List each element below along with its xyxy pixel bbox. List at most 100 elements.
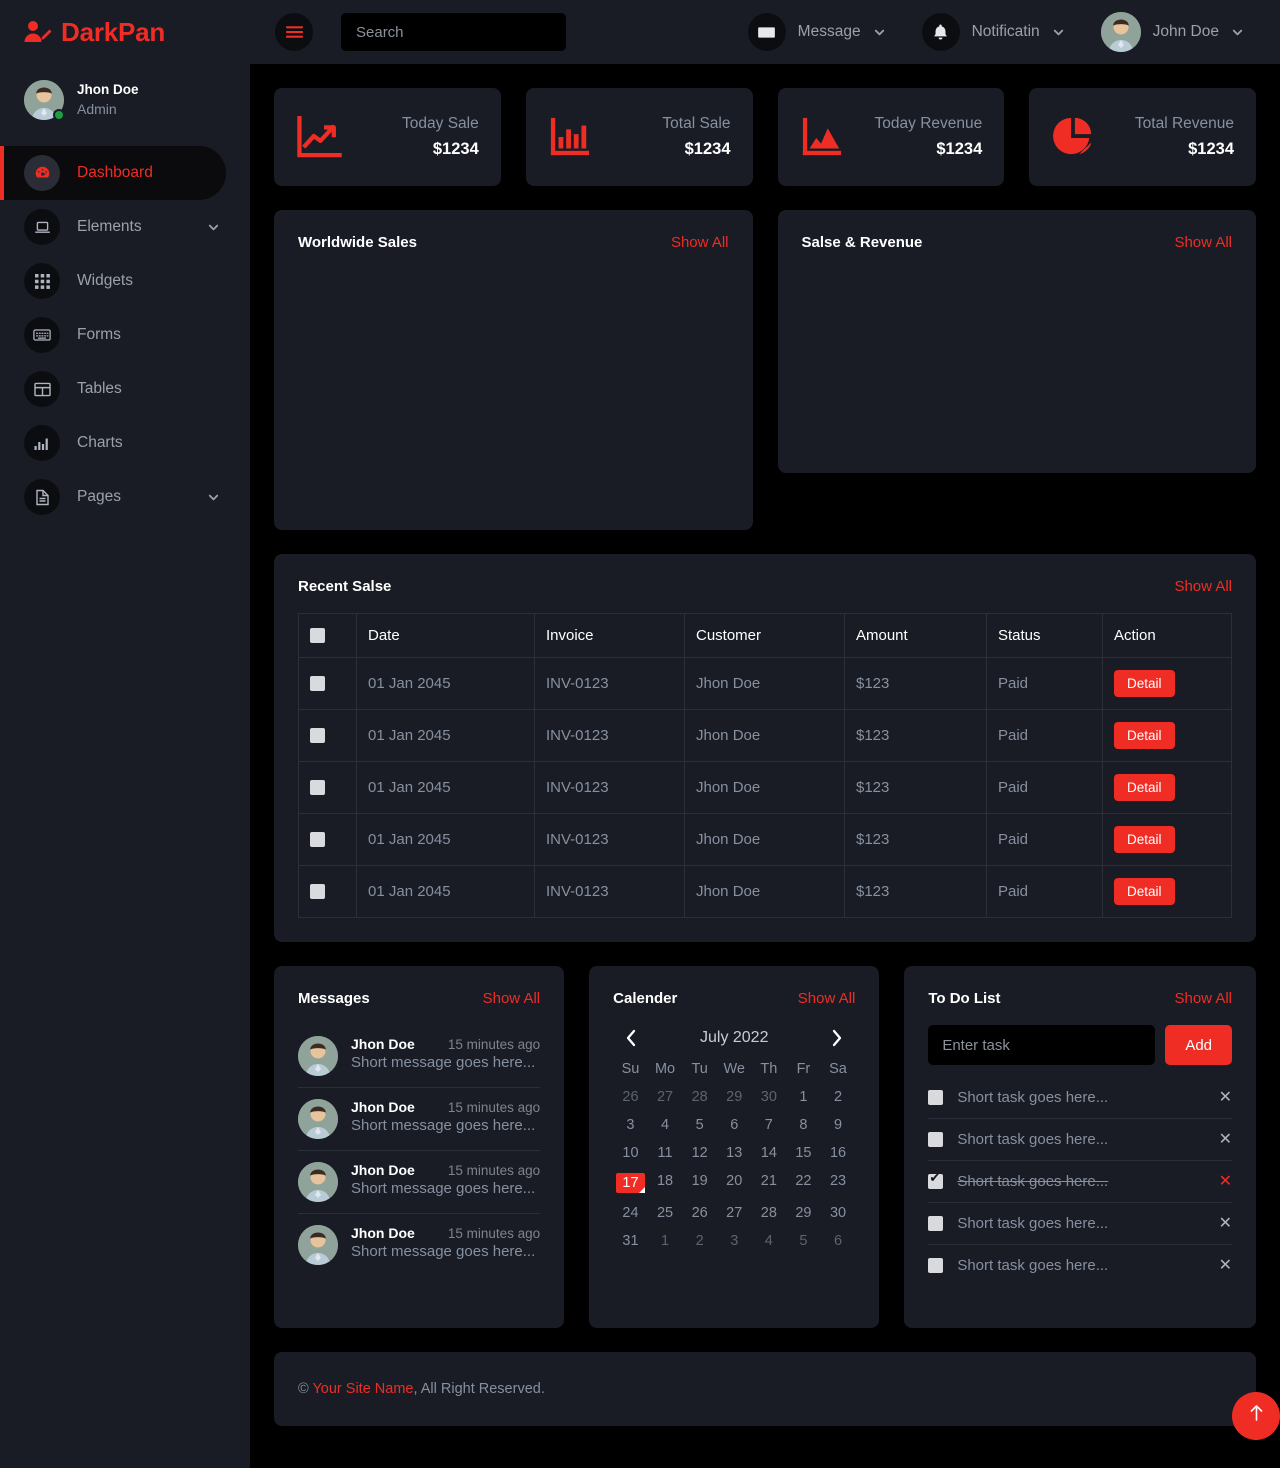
calendar-day[interactable]: 4 — [648, 1111, 683, 1139]
row-checkbox[interactable] — [310, 676, 325, 691]
site-name-link[interactable]: Your Site Name — [312, 1381, 413, 1397]
calendar-day[interactable]: 2 — [682, 1227, 717, 1255]
detail-button[interactable]: Detail — [1114, 878, 1175, 905]
show-all-link[interactable]: Show All — [798, 990, 856, 1007]
brand[interactable]: DarkPan — [0, 0, 250, 64]
sidebar-item-dashboard[interactable]: Dashboard — [0, 146, 226, 200]
message-item[interactable]: Jhon Doe 15 minutes ago Short message go… — [298, 1025, 541, 1088]
todo-checkbox[interactable] — [928, 1090, 944, 1105]
times-icon[interactable]: ✕ — [1219, 1173, 1232, 1190]
calendar-day[interactable]: 22 — [786, 1167, 821, 1199]
stat-card-today-revenue[interactable]: Today Revenue $1234 — [777, 88, 1005, 186]
show-all-link[interactable]: Show All — [1174, 990, 1232, 1007]
table-row[interactable]: 01 Jan 2045 INV-0123 Jhon Doe $123 Paid … — [298, 865, 1232, 918]
calendar-day[interactable]: 5 — [786, 1227, 821, 1255]
calendar-day[interactable]: 23 — [821, 1167, 856, 1199]
calendar-day[interactable]: 3 — [717, 1227, 752, 1255]
sidebar-item-pages[interactable]: Pages — [0, 470, 250, 524]
times-icon[interactable]: ✕ — [1219, 1089, 1232, 1106]
times-icon[interactable]: ✕ — [1219, 1131, 1232, 1148]
sidebar-item-forms[interactable]: Forms — [0, 308, 250, 362]
calendar-day[interactable]: 4 — [752, 1227, 787, 1255]
calendar-day[interactable]: 1 — [648, 1227, 683, 1255]
detail-button[interactable]: Detail — [1114, 722, 1175, 749]
message-item[interactable]: Jhon Doe 15 minutes ago Short message go… — [298, 1088, 541, 1151]
calendar-day[interactable]: 7 — [752, 1111, 787, 1139]
table-row[interactable]: 01 Jan 2045 INV-0123 Jhon Doe $123 Paid … — [298, 657, 1232, 710]
calendar-day[interactable]: 15 — [786, 1139, 821, 1167]
search-input[interactable] — [341, 13, 566, 51]
calendar-day[interactable]: 2 — [821, 1083, 856, 1111]
sidebar-item-tables[interactable]: Tables — [0, 362, 250, 416]
message-item[interactable]: Jhon Doe 15 minutes ago Short message go… — [298, 1214, 540, 1276]
notification-dropdown[interactable]: Notificatin — [921, 13, 1081, 51]
calendar-day[interactable]: 29 — [717, 1083, 752, 1111]
calendar-day[interactable]: 13 — [717, 1139, 752, 1167]
stat-card-total-sale[interactable]: Total Sale $1234 — [525, 88, 753, 186]
message-dropdown[interactable]: Message — [747, 13, 902, 51]
todo-checkbox[interactable] — [928, 1216, 944, 1231]
calendar-day[interactable]: 25 — [648, 1199, 683, 1227]
sidebar-item-widgets[interactable]: Widgets — [0, 254, 250, 308]
calendar-day[interactable]: 5 — [682, 1111, 717, 1139]
sidebar-profile[interactable]: Jhon Doe Admin — [0, 64, 250, 140]
row-checkbox[interactable] — [310, 728, 325, 743]
detail-button[interactable]: Detail — [1114, 774, 1175, 801]
chevron-left-icon[interactable] — [625, 1029, 637, 1047]
chevron-right-icon[interactable] — [831, 1029, 843, 1047]
todo-checkbox[interactable] — [928, 1132, 944, 1147]
times-icon[interactable]: ✕ — [1219, 1257, 1232, 1274]
todo-task-input[interactable] — [928, 1025, 1156, 1065]
calendar-day-today[interactable]: 17 — [613, 1167, 648, 1199]
calendar-day[interactable]: 24 — [613, 1199, 648, 1227]
add-task-button[interactable]: Add — [1165, 1025, 1233, 1065]
table-row[interactable]: 01 Jan 2045 INV-0123 Jhon Doe $123 Paid … — [298, 709, 1232, 762]
select-all-checkbox[interactable] — [310, 628, 325, 643]
calendar-day[interactable]: 29 — [786, 1199, 821, 1227]
calendar-day[interactable]: 6 — [717, 1111, 752, 1139]
stat-card-total-revenue[interactable]: Total Revenue $1234 — [1029, 88, 1256, 186]
show-all-link[interactable]: Show All — [1174, 578, 1232, 595]
calendar-day[interactable]: 18 — [648, 1167, 683, 1199]
calendar-day[interactable]: 27 — [648, 1083, 683, 1111]
table-row[interactable]: 01 Jan 2045 INV-0123 Jhon Doe $123 Paid … — [298, 813, 1232, 866]
calendar-day[interactable]: 8 — [786, 1111, 821, 1139]
calendar-day[interactable]: 14 — [752, 1139, 787, 1167]
detail-button[interactable]: Detail — [1114, 826, 1175, 853]
show-all-link[interactable]: Show All — [1174, 234, 1232, 251]
calendar-day[interactable]: 10 — [613, 1139, 648, 1167]
calendar-day[interactable]: 26 — [613, 1083, 648, 1111]
calendar-day[interactable]: 9 — [821, 1111, 856, 1139]
calendar-day[interactable]: 12 — [682, 1139, 717, 1167]
sidebar-item-charts[interactable]: Charts — [0, 416, 250, 470]
calendar-day[interactable]: 20 — [717, 1167, 752, 1199]
calendar-day[interactable]: 28 — [752, 1199, 787, 1227]
row-checkbox[interactable] — [310, 780, 325, 795]
calendar-day[interactable]: 6 — [821, 1227, 856, 1255]
detail-button[interactable]: Detail — [1114, 670, 1175, 697]
calendar-day[interactable]: 21 — [752, 1167, 787, 1199]
user-dropdown[interactable]: John Doe — [1100, 12, 1260, 52]
calendar-day[interactable]: 30 — [821, 1199, 856, 1227]
calendar-day[interactable]: 26 — [682, 1199, 717, 1227]
message-item[interactable]: Jhon Doe 15 minutes ago Short message go… — [298, 1151, 541, 1214]
show-all-link[interactable]: Show All — [671, 234, 729, 251]
stat-card-today-sale[interactable]: Today Sale $1234 — [274, 88, 501, 186]
calendar-day[interactable]: 1 — [786, 1083, 821, 1111]
table-row[interactable]: 01 Jan 2045 INV-0123 Jhon Doe $123 Paid … — [298, 761, 1232, 814]
show-all-link[interactable]: Show All — [483, 990, 541, 1007]
calendar-day[interactable]: 3 — [613, 1111, 648, 1139]
row-checkbox[interactable] — [310, 884, 325, 899]
calendar-day[interactable]: 30 — [752, 1083, 787, 1111]
calendar-day[interactable]: 31 — [613, 1227, 648, 1255]
calendar-day[interactable]: 27 — [717, 1199, 752, 1227]
calendar-day[interactable]: 11 — [648, 1139, 683, 1167]
menu-toggle-button[interactable] — [275, 13, 313, 51]
todo-checkbox[interactable] — [928, 1171, 944, 1189]
calendar-day[interactable]: 16 — [821, 1139, 856, 1167]
row-checkbox[interactable] — [310, 832, 325, 847]
todo-checkbox[interactable] — [928, 1258, 944, 1273]
calendar-day[interactable]: 28 — [682, 1083, 717, 1111]
sidebar-item-elements[interactable]: Elements — [0, 200, 250, 254]
calendar-day[interactable]: 19 — [682, 1167, 717, 1199]
